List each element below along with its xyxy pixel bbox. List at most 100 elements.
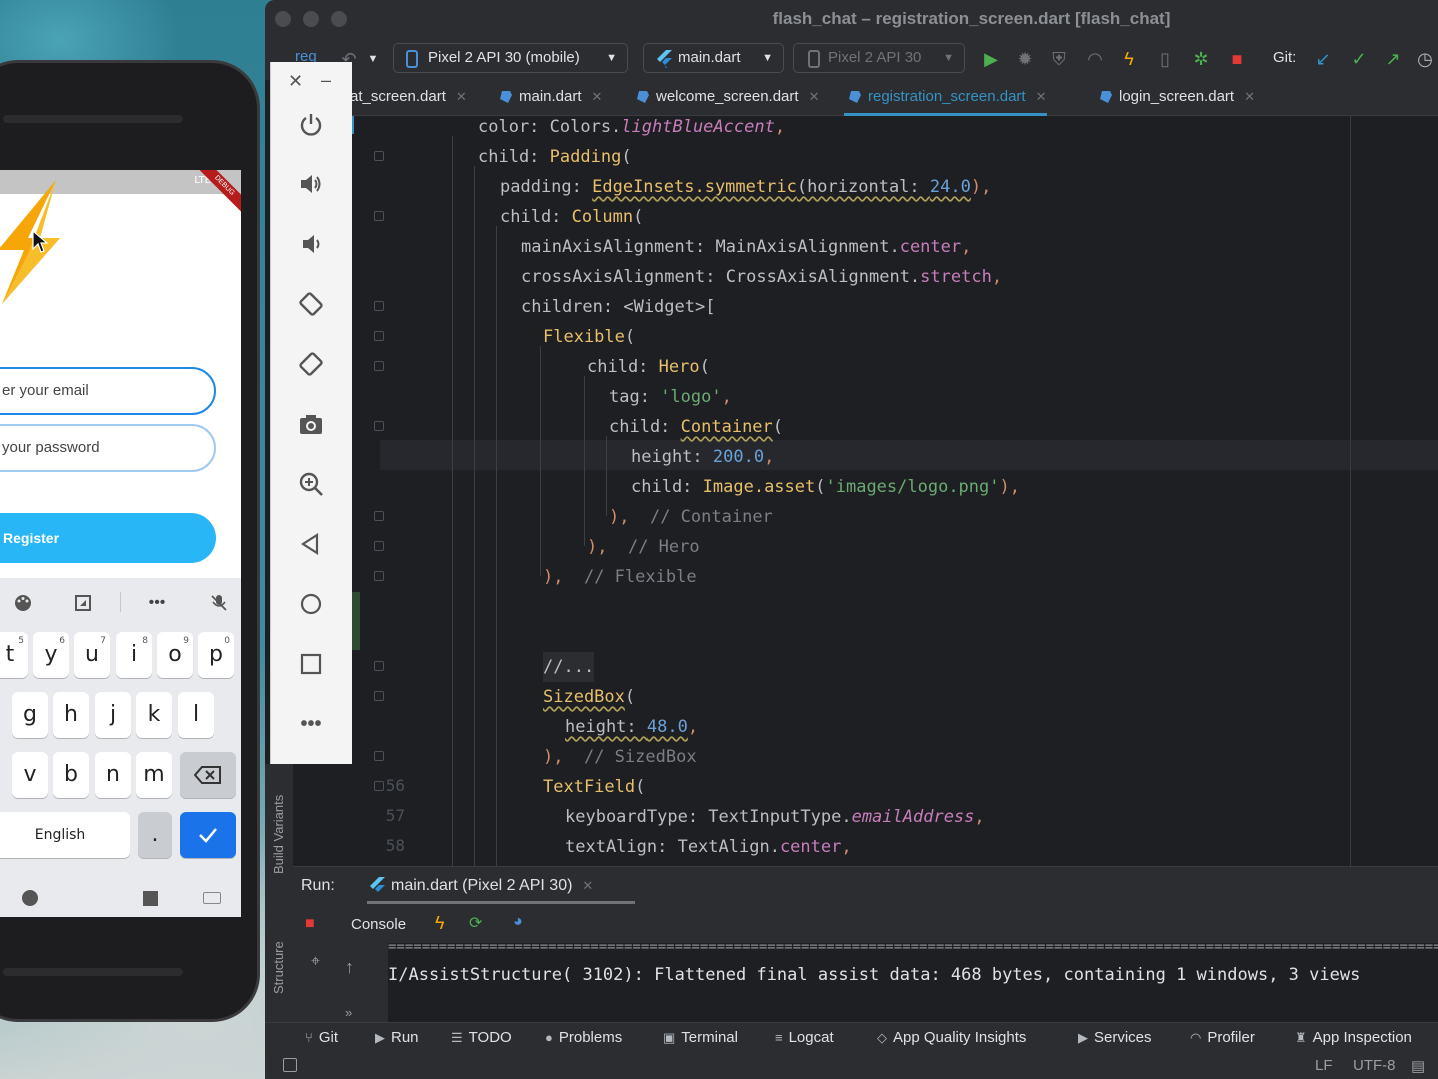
device-selector[interactable]: Pixel 2 API 30 (mobile) ▼ — [393, 43, 628, 73]
app-quality-insights-button[interactable]: ◇ App Quality Insights — [877, 1029, 1026, 1046]
key-i[interactable]: i8 — [116, 632, 152, 678]
fold-marker[interactable] — [374, 151, 384, 161]
key-g[interactable]: g — [12, 692, 48, 738]
more-options-icon[interactable]: ••• — [293, 706, 329, 742]
console-tab[interactable]: Console — [351, 916, 406, 933]
hot-reload-icon[interactable]: ϟ — [1117, 47, 1141, 71]
zoom-icon[interactable] — [293, 466, 329, 502]
close-icon[interactable]: ✕ — [1036, 89, 1047, 104]
notifications-icon[interactable]: ▤ — [1411, 1057, 1425, 1075]
terminal-tool-button[interactable]: ▣ Terminal — [663, 1029, 738, 1046]
more-icon[interactable]: ••• — [146, 592, 168, 614]
fold-marker[interactable] — [374, 421, 384, 431]
console-output[interactable]: ========================================… — [388, 943, 1438, 1023]
key-v[interactable]: v — [12, 752, 48, 798]
period-key[interactable]: . — [138, 812, 172, 858]
rotate-right-icon[interactable] — [293, 346, 329, 382]
rotate-left-icon[interactable] — [293, 286, 329, 322]
run-tool-button[interactable]: ▶ Run — [375, 1029, 419, 1046]
fold-marker[interactable] — [374, 571, 384, 581]
key-y[interactable]: y6 — [33, 632, 69, 678]
logcat-tool-button[interactable]: ≡ Logcat — [775, 1029, 834, 1046]
git-update-icon[interactable]: ↙ — [1311, 47, 1335, 71]
key-t[interactable]: t5 — [0, 632, 28, 678]
folded-code-region[interactable]: //... — [543, 652, 595, 682]
key-j[interactable]: j — [95, 692, 131, 738]
key-u[interactable]: u7 — [74, 632, 110, 678]
power-icon[interactable] — [293, 106, 329, 142]
close-icon[interactable]: ✕ — [288, 71, 303, 92]
key-m[interactable]: m — [136, 752, 172, 798]
fold-marker[interactable] — [374, 691, 384, 701]
key-k[interactable]: k — [136, 692, 172, 738]
mic-off-icon[interactable] — [208, 592, 230, 614]
tool-windows-toggle-icon[interactable] — [283, 1058, 297, 1072]
history-icon[interactable]: ◷ — [1413, 47, 1437, 71]
services-tool-button[interactable]: ▶ Services — [1078, 1029, 1152, 1046]
email-field[interactable]: er your email — [0, 367, 216, 415]
home-icon[interactable] — [293, 586, 329, 622]
fold-marker[interactable] — [374, 751, 384, 761]
key-l[interactable]: l — [178, 692, 214, 738]
key-o[interactable]: o9 — [157, 632, 193, 678]
fold-marker[interactable] — [374, 331, 384, 341]
close-icon[interactable]: ✕ — [1244, 89, 1255, 104]
key-p[interactable]: p0 — [198, 632, 234, 678]
structure-tab[interactable]: Structure — [271, 941, 286, 994]
backspace-key[interactable] — [180, 752, 236, 798]
minimize-icon[interactable]: – — [321, 70, 331, 91]
fold-marker[interactable] — [374, 361, 384, 371]
up-arrow-icon[interactable]: ↑ — [345, 957, 354, 978]
close-icon[interactable]: ✕ — [582, 878, 593, 893]
apply-changes-icon[interactable]: ▯ — [1153, 47, 1177, 71]
run-config-selector[interactable]: main.dart ▼ — [643, 43, 784, 73]
profile-icon[interactable]: ◠ — [1083, 47, 1107, 71]
close-icon[interactable]: ✕ — [592, 89, 603, 104]
attach-debugger-icon[interactable]: ✲ — [1189, 47, 1213, 71]
overview-icon[interactable] — [293, 646, 329, 682]
tab-login-screen[interactable]: login_screen.dart ✕ — [1095, 80, 1255, 116]
key-n[interactable]: n — [95, 752, 131, 798]
palette-icon[interactable] — [12, 592, 34, 614]
debug-icon[interactable]: ✹ — [1013, 47, 1037, 71]
fold-marker[interactable] — [374, 211, 384, 221]
stop-icon[interactable]: ■ — [305, 915, 315, 933]
password-field[interactable]: your password — [0, 424, 216, 472]
code-editor[interactable]: 56 57 58 color: Colors.lightBlueAccent, … — [350, 116, 1438, 866]
close-icon[interactable]: ✕ — [809, 89, 820, 104]
hot-restart-icon[interactable]: ⟳ — [469, 913, 482, 933]
space-key[interactable]: English — [0, 812, 130, 858]
fold-marker[interactable] — [374, 511, 384, 521]
git-commit-icon[interactable]: ✓ — [1347, 47, 1371, 71]
run-icon[interactable]: ▶ — [979, 47, 1003, 71]
key-b[interactable]: b — [53, 752, 89, 798]
pin-icon[interactable]: ⌖ — [311, 953, 320, 971]
problems-tool-button[interactable]: ● Problems — [545, 1029, 622, 1046]
coverage-icon[interactable]: ⛨ — [1047, 47, 1071, 71]
chevron-down-icon[interactable]: ▼ — [361, 47, 385, 71]
tab-main[interactable]: main.dart ✕ — [495, 80, 602, 116]
clipboard-icon[interactable] — [72, 592, 94, 614]
profiler-tool-button[interactable]: ◠ Profiler — [1190, 1029, 1255, 1046]
todo-tool-button[interactable]: ☰ TODO — [451, 1029, 512, 1046]
keyboard-switch-icon[interactable] — [203, 892, 221, 904]
camera-icon[interactable] — [293, 406, 329, 442]
hot-reload-icon[interactable]: ϟ — [435, 913, 445, 934]
devtools-icon[interactable]: ◕ — [513, 913, 523, 931]
key-h[interactable]: h — [53, 692, 89, 738]
stop-icon[interactable]: ■ — [1225, 47, 1249, 71]
git-push-icon[interactable]: ↗ — [1381, 47, 1405, 71]
recents-nav-icon[interactable] — [143, 891, 158, 906]
volume-down-icon[interactable] — [293, 226, 329, 262]
app-inspection-button[interactable]: ♜ App Inspection — [1295, 1029, 1412, 1046]
encoding-indicator[interactable]: UTF-8 — [1353, 1057, 1396, 1074]
git-tool-button[interactable]: ⑂ Git — [305, 1029, 338, 1046]
run-session-tab[interactable]: main.dart (Pixel 2 API 30) ✕ — [391, 877, 593, 895]
build-variants-tab[interactable]: Build Variants — [271, 795, 286, 874]
register-button[interactable]: Register — [0, 513, 216, 563]
fold-marker[interactable] — [374, 541, 384, 551]
volume-up-icon[interactable] — [293, 166, 329, 202]
more-tools-icon[interactable]: » — [345, 1005, 352, 1020]
fold-marker[interactable] — [374, 301, 384, 311]
fold-marker[interactable] — [374, 661, 384, 671]
